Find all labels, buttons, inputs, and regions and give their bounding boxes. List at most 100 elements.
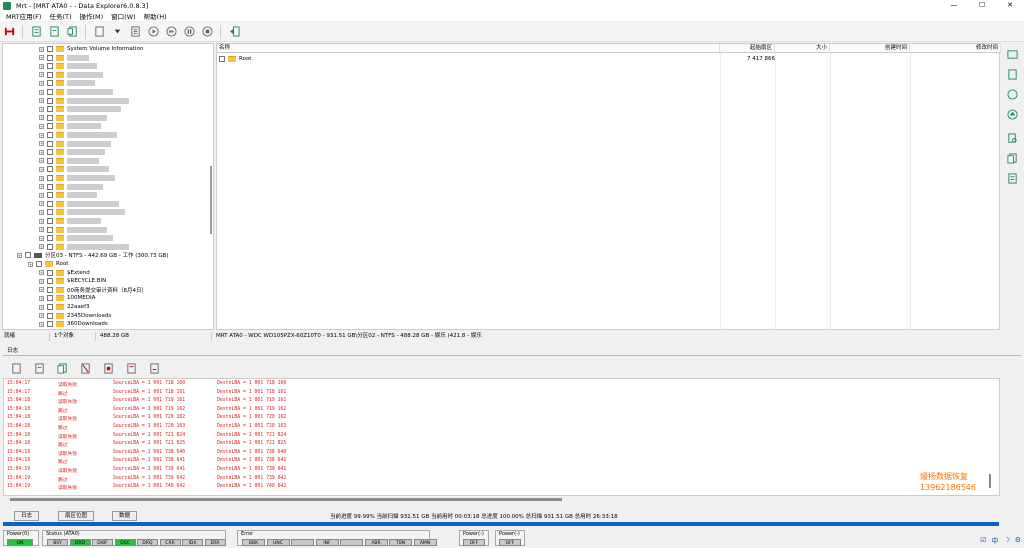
tree-item-checkbox[interactable] bbox=[47, 295, 53, 302]
expand-icon[interactable]: + bbox=[39, 218, 44, 224]
expand-icon[interactable]: + bbox=[39, 209, 44, 215]
expand-icon[interactable]: + bbox=[17, 252, 22, 258]
expand-icon[interactable]: + bbox=[39, 313, 44, 319]
tree-item-checkbox[interactable] bbox=[47, 106, 53, 113]
expand-icon[interactable]: + bbox=[39, 123, 44, 129]
export-icon[interactable] bbox=[1007, 49, 1018, 60]
expand-icon[interactable]: + bbox=[39, 63, 44, 69]
tree-item-checkbox[interactable] bbox=[47, 140, 53, 147]
expand-icon[interactable]: + bbox=[39, 115, 44, 121]
tree-item-checkbox[interactable] bbox=[47, 278, 53, 285]
expand-icon[interactable]: + bbox=[39, 175, 44, 181]
expand-icon[interactable]: + bbox=[39, 321, 44, 327]
tree-item-checkbox[interactable] bbox=[47, 71, 53, 78]
tab-log[interactable]: 日志 bbox=[7, 346, 18, 354]
tree-item-checkbox[interactable] bbox=[47, 54, 53, 61]
expand-icon[interactable]: + bbox=[39, 149, 44, 155]
document-list-icon[interactable] bbox=[48, 26, 60, 38]
tree-item-checkbox[interactable] bbox=[47, 269, 53, 276]
tree-item[interactable]: + bbox=[39, 208, 125, 216]
menu-operation[interactable]: 操作(M) bbox=[79, 11, 103, 21]
expand-icon[interactable]: + bbox=[39, 304, 44, 310]
tree-item-checkbox[interactable] bbox=[47, 183, 53, 190]
tree-item-checkbox[interactable] bbox=[47, 218, 53, 224]
column-created[interactable]: 创建时间 bbox=[830, 44, 910, 52]
tree-item[interactable]: + bbox=[39, 148, 105, 156]
tree-item-checkbox[interactable] bbox=[47, 321, 53, 328]
tree-item[interactable]: + bbox=[39, 105, 121, 113]
expand-icon[interactable]: + bbox=[39, 244, 44, 250]
menu-help[interactable]: 帮助(H) bbox=[144, 11, 167, 21]
tree-item[interactable]: + System Volume Information bbox=[39, 45, 143, 53]
tree-item[interactable]: + bbox=[39, 54, 89, 62]
expand-icon[interactable]: + bbox=[39, 55, 44, 61]
menu-window[interactable]: 窗口(W) bbox=[111, 11, 136, 21]
tray-checkbox-icon[interactable]: ☑ bbox=[980, 536, 986, 546]
tree-item[interactable]: + bbox=[39, 234, 113, 242]
expand-icon[interactable]: + bbox=[39, 166, 44, 172]
tree-item-checkbox[interactable] bbox=[47, 175, 53, 181]
expand-icon[interactable]: + bbox=[39, 72, 44, 78]
pause-icon[interactable] bbox=[183, 26, 195, 38]
tree-item[interactable]: + bbox=[39, 174, 115, 182]
maximize-button[interactable]: ☐ bbox=[968, 0, 996, 11]
tray-ime[interactable]: 中 bbox=[991, 536, 998, 546]
document-icon[interactable] bbox=[1007, 69, 1018, 80]
expand-icon[interactable]: + bbox=[28, 261, 33, 267]
tree-item-checkbox[interactable] bbox=[47, 132, 53, 138]
tree-item[interactable]: + $Extend bbox=[39, 269, 90, 277]
expand-icon[interactable]: + bbox=[39, 192, 44, 198]
refresh-icon[interactable] bbox=[1007, 89, 1018, 100]
tray-moon-icon[interactable]: ☽ bbox=[1003, 536, 1009, 546]
tree-item-checkbox[interactable] bbox=[36, 261, 42, 267]
tree-item[interactable]: + bbox=[39, 217, 101, 225]
tab-log-bottom[interactable]: 日志 bbox=[14, 510, 40, 521]
tree-item[interactable]: + 分区03 - NTFS - 442.69 GB - 工作 (300.73 GB… bbox=[17, 251, 169, 259]
tree-item-checkbox[interactable] bbox=[47, 286, 53, 293]
save-as-icon[interactable] bbox=[33, 362, 45, 374]
list-icon[interactable] bbox=[1007, 173, 1018, 184]
tree-item[interactable]: + bbox=[39, 157, 99, 165]
stop-icon[interactable] bbox=[201, 26, 213, 38]
filter-log-icon[interactable] bbox=[102, 362, 114, 374]
expand-icon[interactable]: + bbox=[39, 80, 44, 86]
expand-icon[interactable]: + bbox=[39, 287, 44, 293]
document-copy-icon[interactable] bbox=[66, 26, 78, 38]
tree-item[interactable]: + bbox=[39, 114, 107, 122]
column-start-sector[interactable]: 起始扇区 bbox=[720, 44, 775, 52]
tab-sector-map[interactable]: 扇区位图 bbox=[58, 510, 95, 521]
tree-scrollbar[interactable] bbox=[210, 166, 212, 234]
tree-item-checkbox[interactable] bbox=[47, 97, 53, 104]
expand-icon[interactable]: + bbox=[39, 278, 44, 284]
tree-item-checkbox[interactable] bbox=[47, 149, 53, 156]
log-export-icon[interactable] bbox=[148, 362, 160, 374]
tree-item[interactable]: + bbox=[39, 62, 97, 70]
tree-item[interactable]: + bbox=[39, 243, 129, 251]
close-button[interactable]: ✕ bbox=[996, 0, 1024, 11]
tray-gear-icon[interactable]: ⚙ bbox=[1015, 536, 1021, 546]
tree-item[interactable]: + bbox=[39, 200, 119, 208]
tree-item[interactable]: + bbox=[39, 79, 95, 87]
file-list[interactable]: 名称 起始扇区 大小 创建时间 修改时间 Root 7 417 866 bbox=[216, 43, 1001, 330]
tree-item-checkbox[interactable] bbox=[47, 114, 53, 121]
copy-icon[interactable] bbox=[1007, 153, 1018, 164]
tree-item-checkbox[interactable] bbox=[47, 89, 53, 95]
tree-item[interactable]: + bbox=[39, 122, 101, 130]
log-hscroll-thumb[interactable] bbox=[10, 498, 562, 501]
tree-item-checkbox[interactable] bbox=[47, 80, 53, 87]
expand-icon[interactable]: + bbox=[39, 106, 44, 112]
tree-item-checkbox[interactable] bbox=[47, 63, 53, 70]
tree-item-checkbox[interactable] bbox=[47, 312, 53, 319]
expand-icon[interactable]: + bbox=[39, 235, 44, 241]
tree-item[interactable]: + bbox=[39, 183, 103, 191]
menu-mrt-app[interactable]: MRT应用(F) bbox=[6, 11, 41, 21]
tree-item-checkbox[interactable] bbox=[47, 46, 53, 52]
tree-item-checkbox[interactable] bbox=[47, 123, 53, 130]
connect-drive-icon[interactable] bbox=[3, 26, 15, 38]
expand-icon[interactable]: + bbox=[39, 270, 44, 276]
minimize-button[interactable]: — bbox=[940, 0, 968, 11]
tree-item[interactable]: + bbox=[39, 165, 109, 173]
log-vscroll-thumb[interactable] bbox=[989, 474, 991, 488]
column-modified[interactable]: 修改时间 bbox=[910, 44, 1001, 52]
directory-tree[interactable]: + System Volume Information + + + + + + + + + + + + + +… bbox=[2, 43, 214, 330]
